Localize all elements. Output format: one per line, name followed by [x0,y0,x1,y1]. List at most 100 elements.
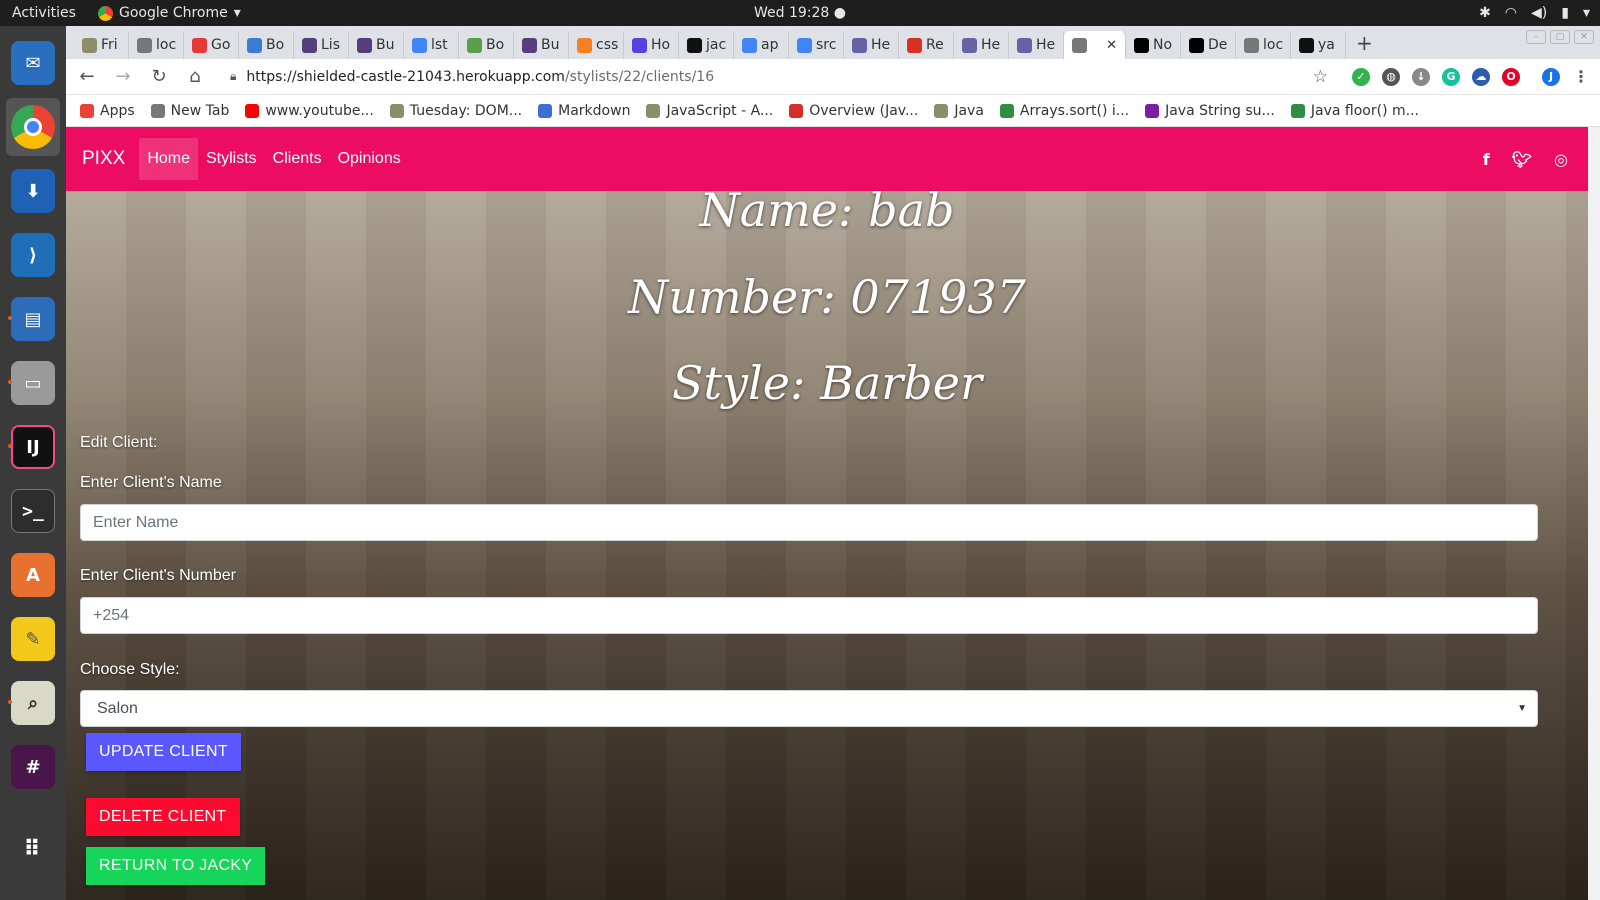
browser-tab[interactable]: De [1181,31,1236,59]
browser-tab[interactable]: Go [184,31,239,59]
globe-extension-icon[interactable]: ◍ [1382,67,1400,86]
dock-slack[interactable]: # [6,738,60,796]
site-navbar: PIXX Home Stylists Clients Opinions f 🐦︎… [66,127,1588,191]
nav-link-clients[interactable]: Clients [265,138,330,180]
forward-arrow-icon[interactable]: → [112,66,134,87]
dock-notes[interactable]: ✎ [6,610,60,668]
bookmark-item[interactable]: Overview (Jav... [789,103,918,119]
dock-chrome[interactable] [6,98,60,156]
browser-tab[interactable]: loc [1236,31,1291,59]
new-tab-icon[interactable]: + [1346,31,1383,59]
shield-extension-icon[interactable]: ✓ [1352,67,1370,86]
cloud-extension-icon[interactable]: ☁ [1472,67,1490,86]
browser-tab[interactable]: Bo [459,31,514,59]
battery-icon[interactable]: ▮ [1561,5,1569,21]
bookmark-item[interactable]: Java String su... [1145,103,1275,119]
browser-tab[interactable]: He [1009,31,1064,59]
activities-button[interactable]: Activities [0,5,98,21]
dock-writer[interactable]: ▤ [6,290,60,348]
update-client-button[interactable]: UPDATE CLIENT [86,733,241,771]
bookmark-item[interactable]: Arrays.sort() i... [999,102,1130,119]
youtube-favicon [245,103,260,118]
opera-extension-icon[interactable]: O [1502,67,1520,86]
twitter-icon[interactable]: 🐦︎ [1512,150,1532,169]
tab-label: css [596,37,619,53]
wifi-icon[interactable]: ◠ [1505,5,1517,21]
bookmark-item[interactable]: Java [934,103,984,119]
home-icon[interactable]: ⌂ [184,66,206,87]
browser-tab[interactable]: Bu [514,31,569,59]
bookmark-item[interactable]: www.youtube... [245,103,374,119]
page-scrollbar[interactable] [1588,127,1600,900]
bookmark-star-icon[interactable]: ☆ [1313,67,1328,87]
nav-link-stylists[interactable]: Stylists [198,138,265,180]
browser-tab[interactable]: Lis [294,31,349,59]
dock-intellij[interactable]: IJ [6,418,60,476]
dock-thunderbird[interactable]: ✉ [6,34,60,92]
menu-kebab-icon[interactable]: ⋮ [1572,67,1590,86]
bookmark-label: Arrays.sort() i... [1019,102,1130,119]
volume-icon[interactable]: ◀) [1531,5,1547,21]
browser-tab[interactable]: Re [899,31,954,59]
maximize-icon[interactable]: ▢ [1550,30,1570,44]
dock-downloader[interactable]: ⬇ [6,162,60,220]
bookmark-item[interactable]: Markdown [538,103,630,119]
tab-label: loc [1263,37,1284,53]
close-tab-icon[interactable]: ✕ [1106,38,1117,53]
app-menu[interactable]: Google Chrome ▾ [98,5,241,21]
browser-tab[interactable]: css [569,31,624,59]
tab-label: Bu [376,37,395,53]
browser-tab[interactable]: src [789,31,844,59]
browser-tab[interactable]: Bo [239,31,294,59]
browser-tab[interactable]: He [844,31,899,59]
slack-tray-icon[interactable]: ✱ [1479,5,1491,21]
return-to-stylist-button[interactable]: RETURN TO JACKY [86,847,266,885]
browser-tab[interactable]: Fri [74,31,129,59]
client-number-input[interactable] [80,597,1538,634]
minimize-icon[interactable]: – [1526,30,1546,44]
tab-label: lst [431,37,448,53]
dock-terminal[interactable]: >_ [6,482,60,540]
bookmark-item[interactable]: Apps [80,103,135,119]
grammarly-icon[interactable]: G [1442,67,1460,86]
address-bar[interactable]: 🔒︎ https://shielded-castle-21043.herokua… [220,63,1338,91]
browser-tab[interactable]: He [954,31,1009,59]
browser-tab[interactable]: ap [734,31,789,59]
dock-vscode[interactable]: ⟩ [6,226,60,284]
dock-files[interactable]: ▭ [6,354,60,412]
browser-tab[interactable]: Bu [349,31,404,59]
bookmark-item[interactable]: JavaScript - A... [646,103,773,119]
browser-tab[interactable]: jac [679,31,734,59]
terminal-icon: >_ [11,489,55,533]
system-menu-chevron-icon[interactable]: ▾ [1583,5,1590,21]
browser-tab[interactable]: ya [1291,31,1346,59]
browser-tab[interactable]: loc [129,31,184,59]
site-brand[interactable]: PIXX [82,148,125,170]
dock-software[interactable]: A [6,546,60,604]
bookmark-item[interactable]: Tuesday: DOM... [389,103,522,119]
dock-show-apps[interactable]: ⠿ [6,820,60,878]
reload-icon[interactable]: ↻ [148,66,170,87]
profile-avatar[interactable]: J [1542,67,1560,86]
nav-link-home[interactable]: Home [139,138,198,180]
browser-tab[interactable]: No [1126,31,1181,59]
download-extension-icon[interactable]: ↓ [1412,67,1430,86]
bookmark-item[interactable]: Java floor() m... [1290,103,1419,119]
tab-active[interactable]: ✕ [1064,31,1126,59]
medium-favicon [1134,37,1149,53]
bookmark-item[interactable]: New Tab [150,103,229,119]
bootstrap-favicon [357,37,372,53]
social-links: f 🐦︎ ◎ [1483,150,1568,169]
notes-icon: ✎ [11,617,55,661]
browser-tab[interactable]: Ho [624,31,679,59]
style-select[interactable]: Salon ▼ [80,690,1538,727]
instagram-icon[interactable]: ◎ [1554,150,1568,169]
facebook-icon[interactable]: f [1483,150,1490,169]
browser-tab[interactable]: lst [404,31,459,59]
dock-viewer[interactable]: ⌕ [6,674,60,732]
nav-link-opinions[interactable]: Opinions [330,138,409,180]
client-name-input[interactable] [80,504,1538,541]
back-arrow-icon[interactable]: ← [76,66,98,87]
delete-client-button[interactable]: DELETE CLIENT [86,798,240,836]
close-window-icon[interactable]: ✕ [1574,30,1594,44]
